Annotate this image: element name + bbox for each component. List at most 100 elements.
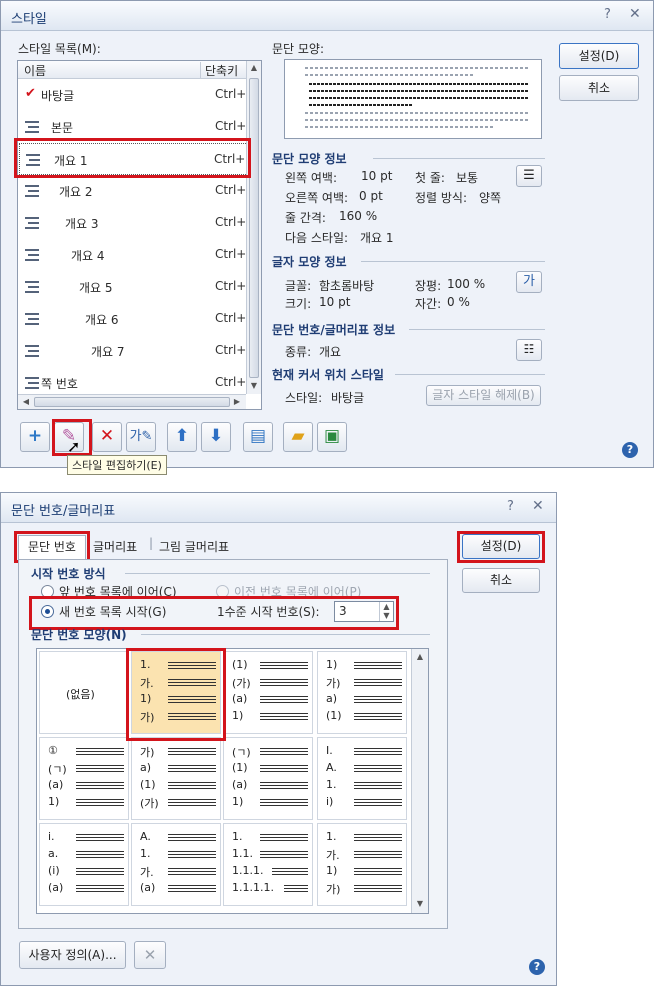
- level-label: a): [326, 692, 338, 705]
- numbering-shape-option[interactable]: I. A. 1. i): [317, 737, 407, 820]
- text-line: [76, 751, 124, 752]
- level-label: (1): [232, 761, 248, 774]
- help-icon[interactable]: ?: [529, 959, 545, 975]
- text-line: [260, 665, 308, 666]
- style-row[interactable]: 개요 2 Ctrl+4: [19, 175, 260, 207]
- level-label: (a): [48, 778, 64, 791]
- text-line: [168, 868, 216, 869]
- tab-picture-bullet[interactable]: 그림 글머리표: [159, 538, 229, 555]
- text-line: [354, 768, 402, 769]
- style-list[interactable]: 이름 단축키 ✔ 바탕글 Ctrl+1 본문 Ctrl+2 개요 1 Ctrl+3 개요 2C…: [17, 60, 262, 410]
- numbering-shape-option[interactable]: ① (ㄱ) (a) 1): [39, 737, 129, 820]
- size-label: 크기:: [285, 297, 312, 311]
- paragraph-style-icon: [25, 345, 39, 357]
- numbering-shape-option[interactable]: 1. 가. 1) 가): [317, 823, 407, 906]
- save-icon[interactable]: ▣: [317, 422, 347, 452]
- text-line: [260, 771, 308, 772]
- style-name: 개요 2: [59, 185, 93, 199]
- style-row[interactable]: 개요 7 Ctrl+9: [19, 335, 260, 367]
- divider: [409, 329, 545, 330]
- align-label: 정렬 방식:: [415, 191, 468, 205]
- text-line: [284, 885, 308, 886]
- level-label: 1.1.: [232, 847, 253, 860]
- level-label: 1): [232, 709, 244, 722]
- open-icon[interactable]: ▰: [283, 422, 313, 452]
- numbering-dialog: 문단 번호/글머리표 ? ✕ 문단 번호 글머리표 | 그림 글머리표 시작 번…: [0, 492, 557, 986]
- numbering-dialog-titlebar: 문단 번호/글머리표 ? ✕: [1, 493, 556, 523]
- shape-title: 문단 번호 모양(N): [31, 628, 127, 642]
- help-icon[interactable]: ?: [604, 7, 611, 22]
- numbering-shape-option[interactable]: i. a. (i) (a): [39, 823, 129, 906]
- paragraph-style-icon: [25, 249, 39, 261]
- cancel-button[interactable]: 취소: [559, 75, 639, 101]
- text-line: [354, 754, 402, 755]
- style-row[interactable]: ✔ 바탕글 Ctrl+1: [19, 79, 260, 111]
- tab-separator: |: [149, 536, 154, 550]
- vertical-scrollbar[interactable]: ▲ ▼: [246, 61, 261, 394]
- style-row[interactable]: 개요 3 Ctrl+5: [19, 207, 260, 239]
- horizontal-scrollbar[interactable]: ◀ ▶: [18, 394, 246, 409]
- move-down-icon[interactable]: ⬇: [201, 422, 231, 452]
- help-icon[interactable]: ?: [622, 442, 638, 458]
- scroll-thumb[interactable]: [249, 78, 259, 378]
- right-margin-value: 0 pt: [359, 189, 383, 203]
- level-label: 1.1.1.1.: [232, 881, 274, 894]
- style-name: 바탕글: [41, 89, 75, 103]
- edit-style-icon[interactable]: 가✎: [126, 422, 156, 452]
- text-line: [354, 771, 402, 772]
- numbering-shape-option[interactable]: (1) (가) (a) 1): [223, 651, 313, 734]
- user-define-button[interactable]: 사용자 정의(A)...: [19, 941, 126, 969]
- size-value: 10 pt: [319, 295, 351, 309]
- hscroll-thumb[interactable]: [34, 397, 230, 407]
- delete-icon[interactable]: ✕: [134, 941, 166, 969]
- grid-scrollbar[interactable]: ▲ ▼: [411, 649, 428, 913]
- scroll-right-icon[interactable]: ▶: [231, 397, 243, 406]
- style-row[interactable]: 개요 5 Ctrl+7: [19, 271, 260, 303]
- numbering-shape-none[interactable]: (없음): [39, 651, 129, 734]
- scroll-up-icon[interactable]: ▲: [412, 652, 428, 661]
- text-line: [272, 868, 308, 869]
- column-shortcut[interactable]: 단축키: [200, 62, 238, 79]
- text-line: [354, 874, 402, 875]
- scroll-left-icon[interactable]: ◀: [20, 397, 32, 406]
- cancel-button[interactable]: 취소: [462, 568, 540, 593]
- kind-label: 종류:: [285, 345, 312, 359]
- close-icon[interactable]: ✕: [629, 6, 641, 22]
- list-header: 이름 단축키: [18, 61, 246, 79]
- tab-bullet[interactable]: 글머리표: [93, 538, 137, 555]
- numbering-shape-option[interactable]: 1. 1.1. 1.1.1. 1.1.1.1.: [223, 823, 313, 906]
- numbering-shape-option[interactable]: 가) a) (1) (가): [131, 737, 221, 820]
- style-row[interactable]: 개요 6 Ctrl+8: [19, 303, 260, 335]
- numbering-shape-option[interactable]: 1) 가) a) (1): [317, 651, 407, 734]
- column-name[interactable]: 이름: [24, 62, 46, 79]
- scroll-down-icon[interactable]: ▼: [247, 381, 261, 390]
- numbering-shape-option[interactable]: A. 1. 가. (a): [131, 823, 221, 906]
- text-line: [354, 891, 402, 892]
- text-line: [76, 840, 124, 841]
- close-icon[interactable]: ✕: [532, 498, 544, 514]
- paragraph-style-icon: [25, 121, 39, 133]
- paragraph-shape-icon[interactable]: ☰: [516, 165, 542, 187]
- text-line: [76, 854, 124, 855]
- char-shape-icon[interactable]: 가: [516, 271, 542, 293]
- add-icon[interactable]: +: [20, 422, 50, 452]
- numbering-dialog-title: 문단 번호/글머리표: [11, 504, 116, 519]
- text-line: [354, 751, 402, 752]
- release-char-style-button[interactable]: 글자 스타일 해제(B): [426, 385, 541, 406]
- text-line: [260, 802, 308, 803]
- scroll-down-icon[interactable]: ▼: [412, 899, 428, 908]
- delete-icon[interactable]: ✕: [92, 422, 122, 452]
- style-row[interactable]: 개요 4 Ctrl+6: [19, 239, 260, 271]
- scroll-up-icon[interactable]: ▲: [247, 63, 261, 72]
- style-dialog-title: 스타일: [11, 12, 47, 27]
- text-line: [354, 805, 402, 806]
- help-icon[interactable]: ?: [507, 499, 514, 514]
- import-icon[interactable]: ▤: [243, 422, 273, 452]
- numbering-shape-option[interactable]: (ㄱ) (1) (a) 1): [223, 737, 313, 820]
- level-label: i.: [48, 830, 55, 843]
- width-label: 장평:: [415, 279, 442, 293]
- ok-button[interactable]: 설정(D): [559, 43, 639, 69]
- move-up-icon[interactable]: ⬆: [167, 422, 197, 452]
- text-line: [168, 888, 216, 889]
- numbering-shape-icon[interactable]: ☷: [516, 339, 542, 361]
